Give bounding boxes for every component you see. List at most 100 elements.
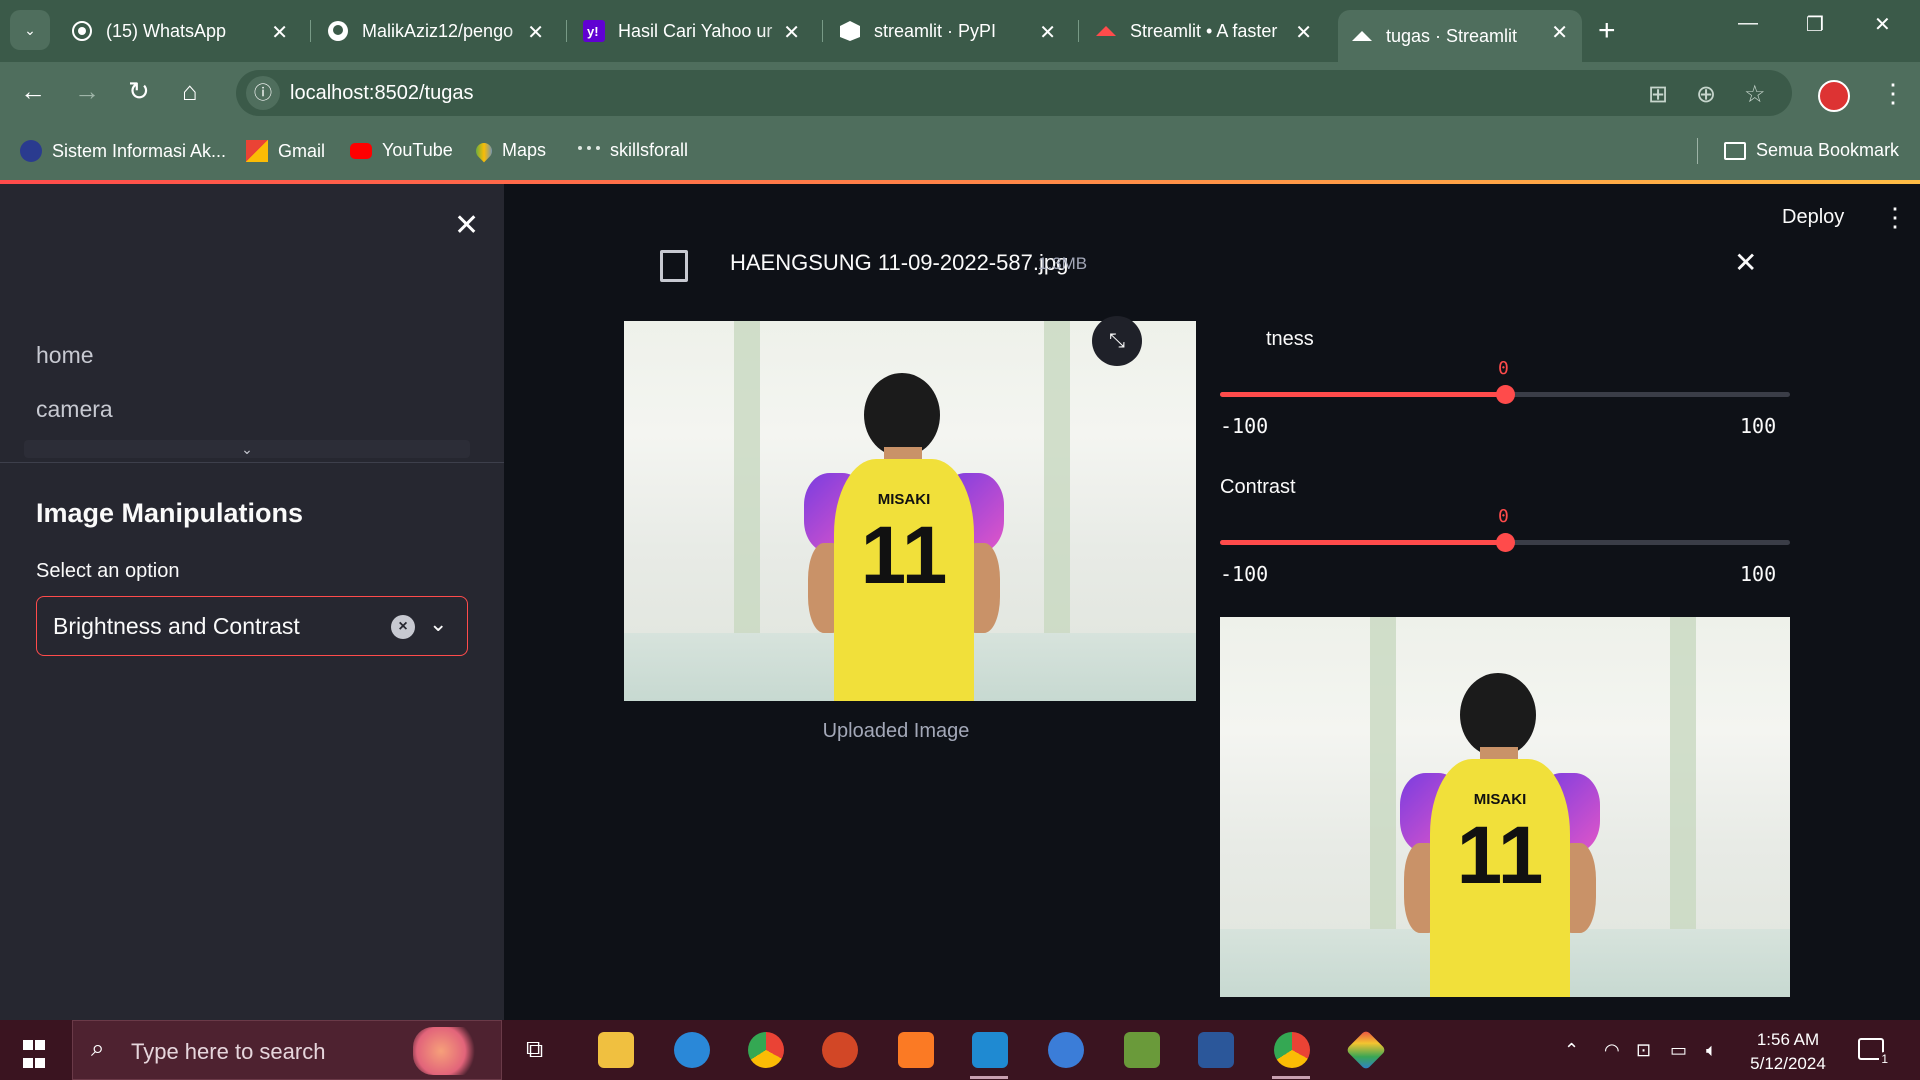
- windows-start-icon[interactable]: [22, 1038, 46, 1074]
- chevron-down-icon[interactable]: ⌄: [429, 611, 447, 637]
- sidebar-nav-home[interactable]: home: [36, 342, 94, 369]
- clear-icon[interactable]: ×: [391, 615, 415, 639]
- contrast-slider[interactable]: [1220, 533, 1790, 552]
- whatsapp-icon: [70, 19, 94, 43]
- contrast-min: -100: [1220, 562, 1269, 586]
- vscode-icon[interactable]: [972, 1032, 1008, 1068]
- tab-separator: [822, 20, 823, 42]
- close-icon[interactable]: ✕: [783, 20, 800, 45]
- streamlit-icon: [1094, 19, 1118, 43]
- bookmark-separator: [1697, 138, 1698, 164]
- bookmark-sistem-informasi[interactable]: Sistem Informasi Ak...: [20, 140, 226, 162]
- sidebar-nav-camera[interactable]: camera: [36, 396, 113, 423]
- tab-separator: [1078, 20, 1079, 42]
- close-icon[interactable]: ✕: [527, 20, 544, 45]
- app-diamond-icon[interactable]: [1345, 1029, 1387, 1071]
- remove-file-icon[interactable]: ✕: [1734, 246, 1757, 279]
- app-icon[interactable]: [1124, 1032, 1160, 1068]
- zoom-icon[interactable]: ⊕: [1696, 80, 1716, 109]
- network-icon[interactable]: ⊡: [1636, 1040, 1651, 1061]
- show-hidden-icons[interactable]: ⌃: [1564, 1040, 1579, 1061]
- clock[interactable]: 1:56 AM 5/12/2024: [1746, 1028, 1830, 1076]
- brightness-slider[interactable]: [1220, 385, 1790, 404]
- chrome-icon[interactable]: [748, 1032, 784, 1068]
- bookmark-label: Maps: [502, 140, 547, 160]
- back-icon[interactable]: ←: [20, 76, 46, 107]
- brightness-value: 0: [1498, 358, 1509, 379]
- close-icon[interactable]: ✕: [1551, 20, 1568, 45]
- wifi-icon[interactable]: ◠: [1604, 1040, 1620, 1061]
- search-icon: ⌕: [91, 1035, 105, 1062]
- brightness-max: 100: [1740, 414, 1777, 438]
- notification-icon[interactable]: 1: [1858, 1038, 1890, 1066]
- minimize-button[interactable]: —: [1738, 12, 1758, 35]
- tab-streamlit[interactable]: Streamlit • A faster ✕: [1082, 10, 1326, 52]
- site-info-icon[interactable]: ⓘ: [246, 76, 280, 110]
- uploaded-image: MISAKI 11: [624, 321, 1196, 701]
- university-icon: [20, 140, 42, 162]
- bookmark-gmail[interactable]: Gmail: [246, 140, 325, 162]
- close-icon[interactable]: ✕: [1295, 20, 1312, 45]
- app-menu-icon[interactable]: ⋮: [1882, 202, 1908, 233]
- close-icon[interactable]: ✕: [271, 20, 288, 45]
- volume-icon[interactable]: 🔈︎: [1706, 1040, 1717, 1061]
- word-icon[interactable]: [1198, 1032, 1234, 1068]
- file-size: 1.3MB: [1038, 254, 1088, 273]
- bookmark-skillsforall[interactable]: skillsforall: [578, 140, 688, 161]
- browser-tab-strip: ⌄ (15) WhatsApp ✕ MalikAziz12/pengo ✕ y!…: [0, 0, 1920, 62]
- forward-icon[interactable]: →: [74, 76, 100, 107]
- paint-icon[interactable]: [674, 1032, 710, 1068]
- battery-icon[interactable]: ▭: [1670, 1040, 1687, 1061]
- clock-date: 5/12/2024: [1750, 1054, 1826, 1073]
- translate-icon[interactable]: ⊞: [1648, 80, 1668, 109]
- tab-whatsapp[interactable]: (15) WhatsApp ✕: [58, 10, 302, 52]
- tab-yahoo[interactable]: y! Hasil Cari Yahoo ur ✕: [570, 10, 814, 52]
- taskbar-search[interactable]: ⌕ Type here to search: [72, 1020, 502, 1080]
- tab-github[interactable]: MalikAziz12/pengo ✕: [314, 10, 558, 52]
- new-tab-button[interactable]: +: [1598, 14, 1616, 48]
- tab-label: Hasil Cari Yahoo ur: [618, 20, 773, 41]
- tab-pypi[interactable]: streamlit · PyPI ✕: [826, 10, 1070, 52]
- browser-menu-icon[interactable]: ⋮: [1880, 78, 1906, 109]
- bookmark-star-icon[interactable]: ☆: [1744, 80, 1766, 109]
- url-text[interactable]: localhost:8502/tugas: [290, 82, 473, 105]
- fullscreen-icon[interactable]: ⤡: [1092, 316, 1142, 366]
- bookmark-maps[interactable]: Maps: [472, 139, 547, 162]
- all-bookmarks[interactable]: Semua Bookmark: [1724, 140, 1899, 161]
- task-view-icon[interactable]: ⧉: [526, 1036, 543, 1064]
- address-bar[interactable]: ⓘ localhost:8502/tugas ⊞ ⊕ ☆: [236, 70, 1792, 116]
- close-sidebar-icon[interactable]: ✕: [454, 208, 479, 243]
- bookmark-label: Gmail: [278, 140, 326, 161]
- taskbar: ⌕ Type here to search ⧉ ⌃ ◠ ⊡ ▭ 🔈︎ 1:56 …: [0, 1020, 1920, 1080]
- xampp-icon[interactable]: [898, 1032, 934, 1068]
- slider-thumb[interactable]: [1496, 533, 1515, 552]
- profile-avatar[interactable]: [1818, 80, 1850, 112]
- sidebar-nav-expand[interactable]: ⌄: [24, 440, 470, 458]
- contrast-label: Contrast: [1220, 476, 1296, 498]
- chevron-down-icon: ⌄: [24, 21, 36, 38]
- file-explorer-icon[interactable]: [598, 1032, 634, 1068]
- tab-search-button[interactable]: ⌄: [10, 10, 50, 50]
- restore-button[interactable]: ❐: [1806, 12, 1824, 37]
- tab-separator: [566, 20, 567, 42]
- bookmark-label: YouTube: [382, 140, 453, 160]
- youtube-icon: [350, 142, 372, 159]
- powerpoint-icon[interactable]: [822, 1032, 858, 1068]
- select-value: Brightness and Contrast: [53, 613, 300, 639]
- select-label: Select an option: [36, 560, 180, 582]
- close-icon[interactable]: ✕: [1039, 20, 1056, 45]
- brightness-label: tness: [1266, 328, 1314, 350]
- tab-tugas-streamlit[interactable]: tugas · Streamlit ✕: [1338, 10, 1582, 62]
- home-icon[interactable]: ⌂: [182, 76, 198, 107]
- close-window-button[interactable]: ✕: [1874, 12, 1891, 37]
- option-select[interactable]: Brightness and Contrast × ⌄: [36, 596, 468, 656]
- chrome-active-icon[interactable]: [1274, 1032, 1310, 1068]
- player-figure: MISAKI 11: [804, 373, 1004, 701]
- slider-thumb[interactable]: [1496, 385, 1515, 404]
- sidebar-section-title: Image Manipulations: [36, 498, 304, 528]
- github-icon: [326, 19, 350, 43]
- deploy-button[interactable]: Deploy: [1782, 206, 1844, 229]
- bookmark-youtube[interactable]: YouTube: [350, 140, 453, 161]
- browser-app-icon[interactable]: [1048, 1032, 1084, 1068]
- reload-icon[interactable]: ↻: [128, 76, 150, 107]
